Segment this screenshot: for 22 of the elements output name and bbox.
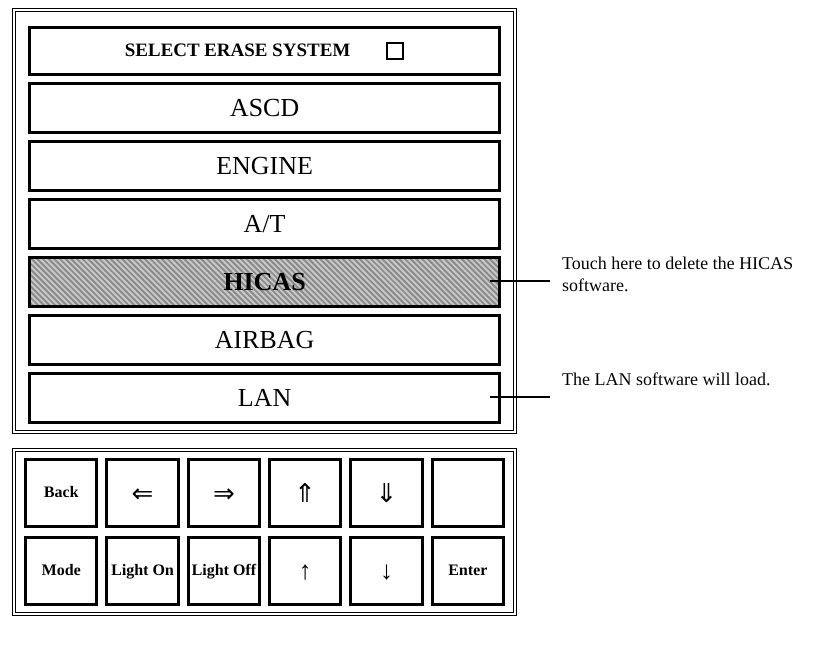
callout-text: The LAN software will load. — [562, 368, 772, 390]
callout-text: Touch here to delete the HICAS software. — [562, 252, 794, 296]
arrow-key-button[interactable]: ↑ — [268, 536, 342, 606]
system-button[interactable]: ENGINE — [28, 140, 501, 192]
arrow-key-button[interactable]: ⇒ — [186, 458, 261, 528]
key-button[interactable]: Light Off — [186, 536, 261, 606]
arrow-key-button[interactable]: ⇑ — [268, 458, 342, 528]
key-button[interactable]: Mode — [24, 536, 98, 606]
system-button[interactable]: AIRBAG — [28, 314, 501, 366]
key-button[interactable]: Light On — [105, 536, 180, 606]
arrow-key-button[interactable]: ⇐ — [105, 458, 180, 528]
system-button[interactable]: A/T — [28, 198, 501, 250]
system-button[interactable]: HICAS — [28, 256, 501, 308]
key-button[interactable]: Back — [24, 458, 98, 528]
blank-key-button[interactable] — [430, 458, 505, 528]
checkbox[interactable] — [386, 42, 404, 60]
key-button[interactable]: Enter — [430, 536, 505, 606]
system-button[interactable]: ASCD — [28, 82, 501, 134]
arrow-key-button[interactable]: ⇓ — [349, 458, 424, 528]
screen-title: SELECT ERASE SYSTEM — [124, 40, 350, 62]
system-button[interactable]: LAN — [28, 372, 501, 424]
arrow-key-button[interactable]: ↓ — [349, 536, 424, 606]
